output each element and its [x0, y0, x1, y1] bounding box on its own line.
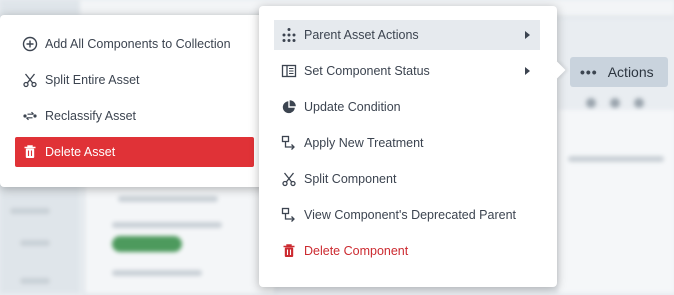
background-status-pill [112, 236, 182, 252]
scissors-icon [21, 71, 39, 89]
actions-button-label: Actions [607, 64, 654, 80]
parent-asset-actions-item[interactable]: Parent Asset Actions [274, 20, 540, 50]
menu-item-label: Apply New Treatment [304, 136, 424, 150]
status-panel-icon [280, 62, 298, 80]
background-text [20, 240, 50, 246]
reclassify-icon [21, 107, 39, 125]
background-text [112, 222, 222, 228]
parent-asset-actions-submenu: Add All Components to Collection Split E… [0, 15, 269, 187]
actions-menu: Parent Asset Actions Set Component Statu… [259, 6, 557, 287]
pie-chart-icon [280, 98, 298, 116]
scissors-icon [280, 170, 298, 188]
menu-item-label: Update Condition [304, 100, 401, 114]
background-text [112, 270, 202, 276]
background-right-panel [556, 110, 674, 293]
menu-item-label: View Component's Deprecated Parent [304, 208, 516, 222]
menu-item-label: Parent Asset Actions [304, 28, 419, 42]
background-toolbar-icons [586, 95, 666, 108]
trash-icon [21, 143, 39, 161]
parent-link-icon [280, 206, 298, 224]
submenu-arrow-icon [525, 31, 530, 39]
background-text [568, 156, 664, 162]
menu-item-label: Delete Component [304, 244, 409, 258]
background-text [118, 196, 218, 202]
split-component-item[interactable]: Split Component [274, 164, 540, 194]
set-component-status-item[interactable]: Set Component Status [274, 56, 540, 86]
menu-item-label: Add All Components to Collection [45, 37, 231, 51]
more-dots-icon: ••• [580, 64, 598, 80]
actions-button[interactable]: ••• Actions [570, 57, 668, 87]
add-all-components-to-collection-item[interactable]: Add All Components to Collection [15, 29, 254, 59]
submenu-arrow-icon [525, 67, 530, 75]
apply-new-treatment-item[interactable]: Apply New Treatment [274, 128, 540, 158]
menu-item-label: Set Component Status [304, 64, 430, 78]
reclassify-asset-item[interactable]: Reclassify Asset [15, 101, 254, 131]
background-text [10, 208, 50, 214]
background-identification-card [84, 170, 276, 295]
split-entire-asset-item[interactable]: Split Entire Asset [15, 65, 254, 95]
delete-component-item[interactable]: Delete Component [274, 236, 540, 266]
plus-circle-icon [21, 35, 39, 53]
delete-asset-item[interactable]: Delete Asset [15, 137, 254, 167]
menu-item-label: Delete Asset [45, 145, 116, 159]
background-text [20, 278, 50, 284]
view-deprecated-parent-item[interactable]: View Component's Deprecated Parent [274, 200, 540, 230]
menu-item-label: Split Component [304, 172, 397, 186]
hierarchy-icon [280, 26, 298, 44]
menu-item-label: Split Entire Asset [45, 73, 140, 87]
treatment-icon [280, 134, 298, 152]
trash-icon [280, 242, 298, 260]
menu-item-label: Reclassify Asset [45, 109, 137, 123]
update-condition-item[interactable]: Update Condition [274, 92, 540, 122]
